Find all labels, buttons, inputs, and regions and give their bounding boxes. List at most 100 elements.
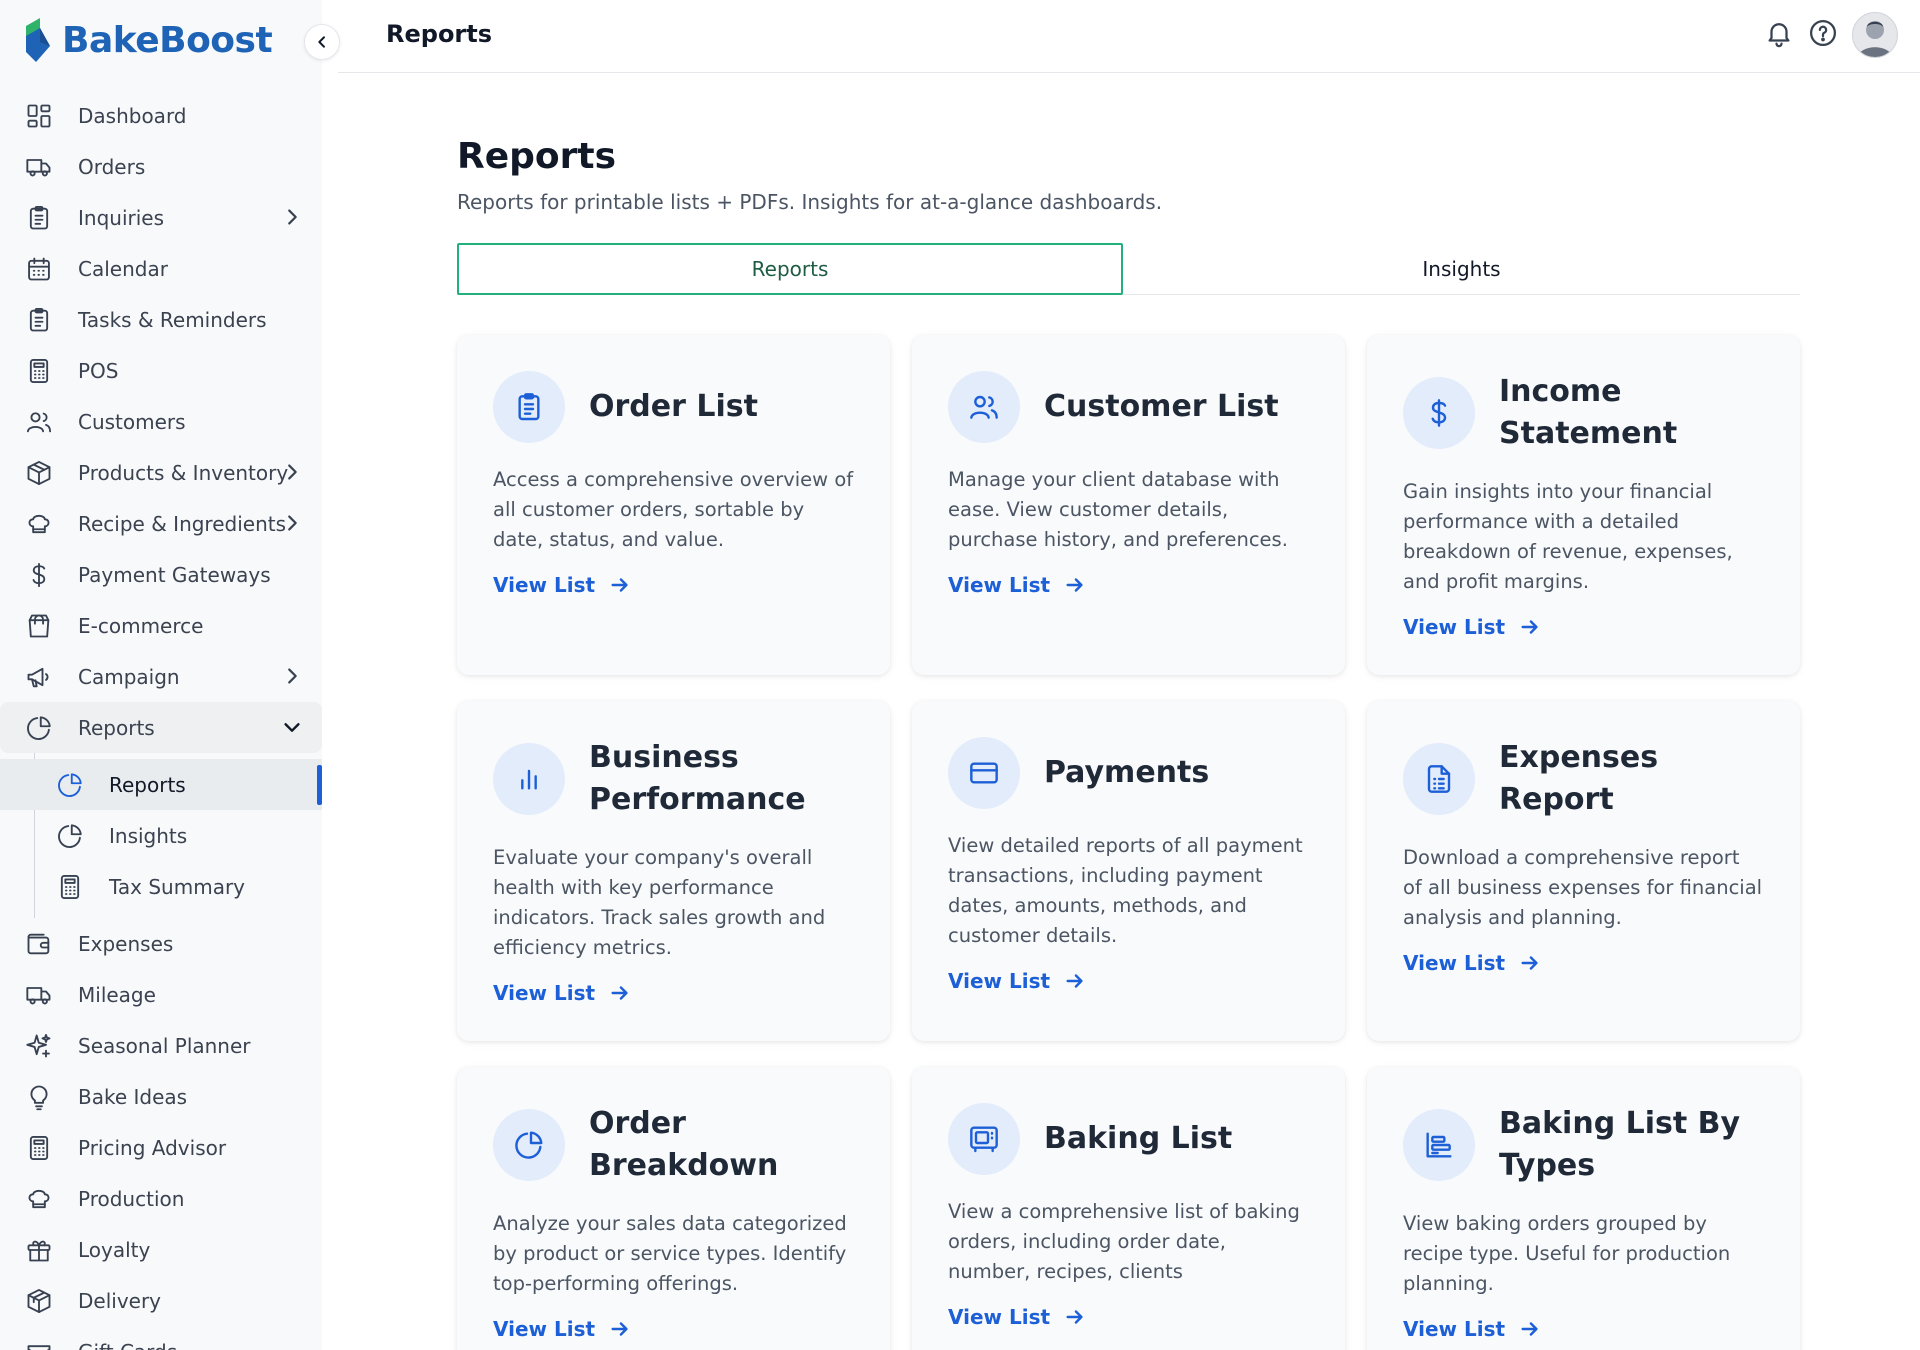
- dashboard-icon: [24, 101, 54, 131]
- view-list-label: View List: [948, 1305, 1051, 1329]
- sidebar-item-label: Pricing Advisor: [78, 1135, 227, 1160]
- card-header: Expenses Report: [1403, 737, 1764, 821]
- lightbulb-icon: [24, 1082, 54, 1112]
- view-list-label: View List: [1403, 615, 1506, 639]
- card-title: Expenses Report: [1499, 740, 1659, 817]
- report-card-order-breakdown: Order Breakdown Analyze your sales data c…: [457, 1067, 890, 1350]
- view-list-link[interactable]: View List: [948, 969, 1086, 993]
- sidebar-item-recipe-and-ingredients[interactable]: Recipe & Ingredients: [0, 498, 322, 549]
- sidebar-subitem-label: Insights: [109, 823, 188, 848]
- arrow-right-icon: [609, 1318, 631, 1340]
- page-title: Reports: [457, 136, 617, 177]
- sidebar-item-campaign[interactable]: Campaign: [0, 651, 322, 702]
- view-list-link[interactable]: View List: [493, 573, 631, 597]
- dollar-icon: [1403, 377, 1475, 449]
- sidebar-item-label: Mileage: [78, 982, 156, 1007]
- sidebar-item-gift-cards[interactable]: Gift Cards: [0, 1326, 322, 1350]
- card-header: Business Performance: [493, 737, 854, 821]
- logo-icon: [26, 18, 50, 62]
- help-icon[interactable]: [1808, 18, 1838, 52]
- logo[interactable]: BakeBoost: [22, 16, 273, 64]
- sidebar-item-label: Dashboard: [78, 103, 187, 128]
- sidebar-item-expenses[interactable]: Expenses: [0, 918, 322, 969]
- truck-icon: [24, 152, 54, 182]
- arrow-right-icon: [1064, 970, 1086, 992]
- view-list-link[interactable]: View List: [1403, 951, 1541, 975]
- sidebar-item-bake-ideas[interactable]: Bake Ideas: [0, 1071, 322, 1122]
- sidebar-subitem-reports[interactable]: Reports: [0, 759, 322, 810]
- sidebar-item-products-and-inventory[interactable]: Products & Inventory: [0, 447, 322, 498]
- sidebar-item-pos[interactable]: POS: [0, 345, 322, 396]
- sidebar-item-pricing-advisor[interactable]: Pricing Advisor: [0, 1122, 322, 1173]
- sidebar-item-label: Inquiries: [78, 205, 165, 230]
- sidebar-item-dashboard[interactable]: Dashboard: [0, 90, 322, 141]
- topbar-title: Reports: [386, 20, 493, 48]
- sidebar-item-label: Recipe & Ingredients: [78, 511, 287, 536]
- card-description: Manage your client database with ease. V…: [948, 468, 1288, 551]
- sidebar-item-label: Loyalty: [78, 1237, 151, 1262]
- chevron-right-icon: [280, 511, 304, 535]
- view-list-label: View List: [493, 573, 596, 597]
- sidebar-item-inquiries[interactable]: Inquiries: [0, 192, 322, 243]
- package-icon: [24, 1286, 54, 1316]
- view-list-link[interactable]: View List: [493, 981, 631, 1005]
- view-list-label: View List: [493, 981, 596, 1005]
- chevron-down-icon: [280, 715, 304, 739]
- calculator-icon: [55, 872, 85, 902]
- tab-reports[interactable]: Reports: [457, 243, 1123, 295]
- topbar-actions: [1764, 12, 1898, 58]
- sidebar-item-customers[interactable]: Customers: [0, 396, 322, 447]
- sidebar-item-label: E-commerce: [78, 613, 204, 638]
- sidebar-item-e-commerce[interactable]: E-commerce: [0, 600, 322, 651]
- sidebar-item-production[interactable]: Production: [0, 1173, 322, 1224]
- card-description: Download a comprehensive report of all b…: [1403, 846, 1763, 929]
- shopping-bag-icon: [24, 611, 54, 641]
- card-title: Order Breakdown: [589, 1106, 779, 1183]
- clipboard-icon: [493, 371, 565, 443]
- sidebar-item-label: Production: [78, 1186, 185, 1211]
- sidebar-item-delivery[interactable]: Delivery: [0, 1275, 322, 1326]
- report-card-customer-list: Customer List Manage your client database…: [912, 335, 1345, 675]
- view-list-link[interactable]: View List: [1403, 1317, 1541, 1341]
- view-list-link[interactable]: View List: [948, 1305, 1086, 1329]
- tab-insights[interactable]: Insights: [1123, 243, 1800, 295]
- card-description: Gain insights into your financial perfor…: [1403, 480, 1733, 593]
- view-list-label: View List: [1403, 1317, 1506, 1341]
- view-list-label: View List: [1403, 951, 1506, 975]
- dollar-icon: [24, 560, 54, 590]
- report-card-baking-list-by-types: Baking List By Types View baking orders g…: [1367, 1067, 1800, 1350]
- sidebar-item-seasonal-planner[interactable]: Seasonal Planner: [0, 1020, 322, 1071]
- calendar-icon: [24, 254, 54, 284]
- chevron-right-icon: [280, 664, 304, 688]
- sidebar-item-orders[interactable]: Orders: [0, 141, 322, 192]
- sidebar-item-label: Delivery: [78, 1288, 162, 1313]
- list-layout-icon: [1403, 1109, 1475, 1181]
- sidebar-item-mileage[interactable]: Mileage: [0, 969, 322, 1020]
- avatar[interactable]: [1852, 12, 1898, 58]
- arrow-right-icon: [609, 982, 631, 1004]
- bell-icon[interactable]: [1764, 18, 1794, 52]
- sidebar-item-reports[interactable]: Reports: [0, 702, 322, 753]
- card-header: Order Breakdown: [493, 1103, 854, 1187]
- report-card-payments: Payments View detailed reports of all pay…: [912, 701, 1345, 1041]
- collapse-sidebar-button[interactable]: [304, 24, 340, 60]
- card-description: Analyze your sales data categorized by p…: [493, 1212, 847, 1295]
- sidebar-item-loyalty[interactable]: Loyalty: [0, 1224, 322, 1275]
- chef-hat-icon: [24, 1184, 54, 1214]
- oven-icon: [948, 1103, 1020, 1175]
- sidebar-item-label: Payment Gateways: [78, 562, 271, 587]
- view-list-link[interactable]: View List: [1403, 615, 1541, 639]
- sidebar-subitem-tax-summary[interactable]: Tax Summary: [0, 861, 322, 912]
- arrow-right-icon: [1519, 952, 1541, 974]
- sidebar-subitem-insights[interactable]: Insights: [0, 810, 322, 861]
- sidebar-item-calendar[interactable]: Calendar: [0, 243, 322, 294]
- sidebar-item-payment-gateways[interactable]: Payment Gateways: [0, 549, 322, 600]
- card-description: View detailed reports of all payment tra…: [948, 834, 1303, 947]
- view-list-link[interactable]: View List: [948, 573, 1086, 597]
- pie-chart-icon: [55, 770, 85, 800]
- sidebar-item-tasks-and-reminders[interactable]: Tasks & Reminders: [0, 294, 322, 345]
- view-list-link[interactable]: View List: [493, 1317, 631, 1341]
- card-title: Income Statement: [1499, 374, 1678, 451]
- card-header: Income Statement: [1403, 371, 1764, 455]
- card-title: Payments: [1044, 755, 1210, 790]
